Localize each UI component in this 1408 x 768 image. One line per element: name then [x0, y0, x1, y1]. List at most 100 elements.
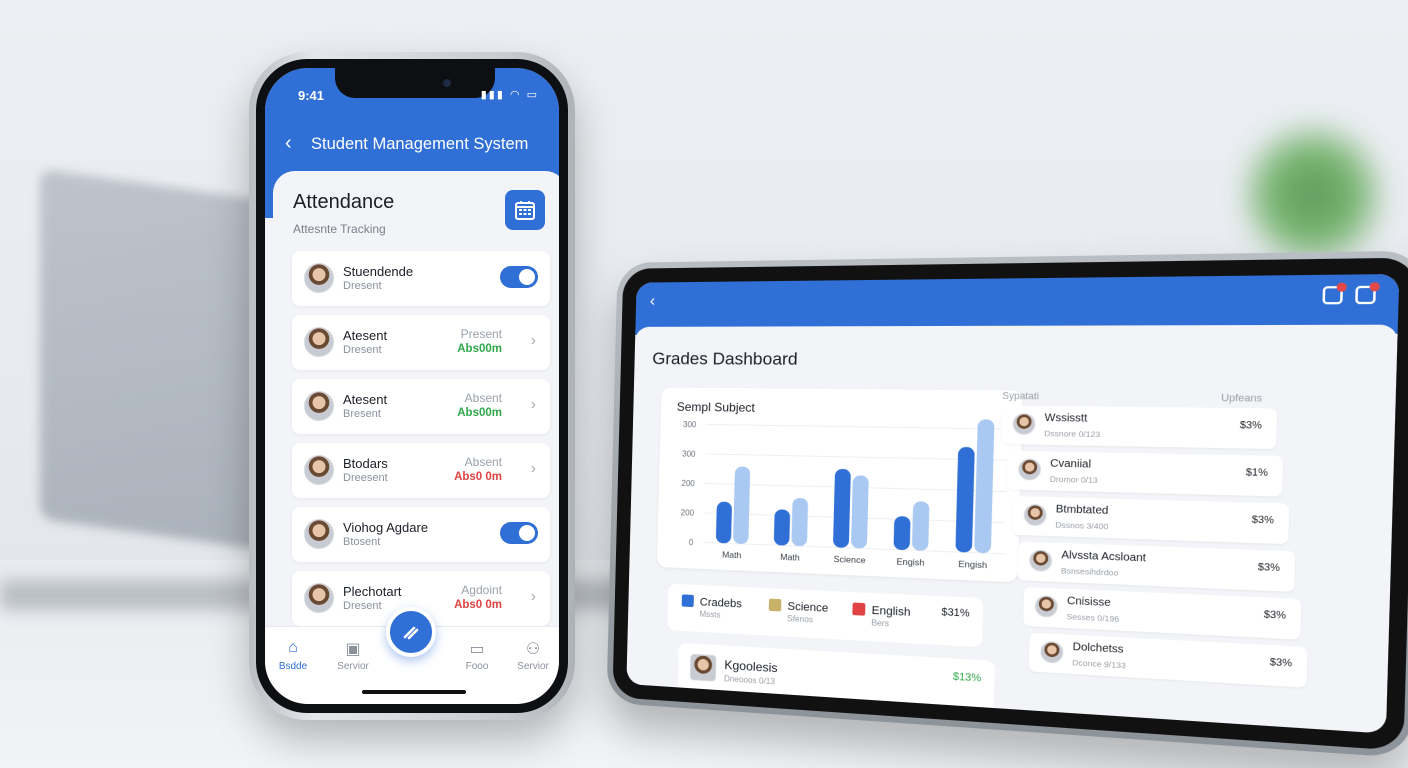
student-percent: $3%	[1264, 609, 1287, 621]
avatar	[1035, 595, 1058, 618]
avatar	[1012, 413, 1035, 435]
student-name: Btodars	[343, 456, 388, 471]
chart-bar	[974, 419, 994, 553]
student-row[interactable]: Atesent Dresent Present Abs00m ›	[292, 315, 550, 370]
student-percent: $13%	[953, 671, 982, 684]
tab-fooo[interactable]: ▭ Fooo	[449, 639, 505, 672]
x-tick-label: Math	[780, 551, 800, 562]
chart-bar	[912, 501, 930, 551]
student-row[interactable]: Btodars Dreesent Absent Abs0 0m ›	[292, 443, 550, 498]
grade-list-item[interactable]: Btmbtated Dssnos 3/400 $3%	[1012, 496, 1289, 544]
student-row[interactable]: Atesent Bresent Absent Abs00m ›	[292, 379, 550, 434]
student-status: Btosent	[343, 536, 380, 548]
chart-bar	[893, 516, 910, 550]
student-row[interactable]: Stuendende Dresent	[292, 251, 550, 306]
list-header-left: Sypatati	[1002, 390, 1039, 401]
avatar	[304, 327, 334, 357]
tab-home[interactable]: ⌂ Bsdde	[265, 639, 321, 672]
avatar	[1018, 458, 1041, 480]
attendance-panel: Attendance Attesnte Tracking Stuendende	[273, 171, 559, 651]
student-row[interactable]: Viohog Agdare Btosent	[292, 507, 550, 562]
grade-list-item[interactable]: Wssisstt Dssnore 0/123 $3%	[1001, 405, 1277, 449]
legend-swatch	[682, 594, 694, 607]
student-card[interactable]: Kgoolesis Dneooos 0/13 $13%	[677, 643, 995, 715]
grade-list-item[interactable]: Cvaniial Dromor 0/13 $1%	[1006, 451, 1283, 497]
student-name: Stuendende	[343, 264, 413, 279]
attendance-state-label: Agdoint	[461, 583, 502, 597]
student-name: Plechotart	[343, 584, 402, 599]
student-detail: Dssnore 0/123	[1044, 429, 1100, 440]
app-title: Student Management System	[311, 135, 528, 154]
student-status: Dresent	[343, 280, 382, 292]
chevron-right-icon[interactable]: ›	[531, 460, 536, 478]
avatar	[304, 583, 334, 613]
y-tick-label: 200	[681, 508, 695, 518]
attendance-state-value: Abs0 0m	[454, 471, 502, 483]
legend-item: English Bers	[852, 603, 911, 630]
avatar	[1029, 549, 1052, 572]
user-icon: ⚇	[505, 639, 559, 661]
x-tick-label: Engish	[958, 558, 987, 570]
student-name: Atesent	[343, 328, 387, 343]
student-name: Alvssta Acsloant	[1061, 549, 1146, 564]
chart-bar	[833, 469, 851, 548]
y-tick-label: 300	[683, 420, 697, 429]
student-name: Viohog Agdare	[343, 520, 428, 535]
bottom-tab-bar: ⌂ Bsdde ▣ Servior ▭ Fooo ⚇ Servior	[265, 626, 559, 704]
grades-panel: Grades Dashboard Sempl Subject 0 200 200 30…	[626, 325, 1398, 734]
student-name: Kgoolesis	[724, 658, 778, 676]
student-detail: Dssnos 3/400	[1055, 520, 1108, 532]
back-arrow-icon[interactable]: ‹	[285, 132, 292, 155]
calendar-button[interactable]	[505, 190, 545, 230]
legend-item: Science Sfenos	[768, 599, 828, 626]
chart-bar	[791, 498, 808, 547]
phone-notch	[335, 68, 495, 98]
student-name: Cnisisse	[1067, 595, 1111, 609]
back-arrow-icon[interactable]: ‹	[650, 293, 656, 311]
message-icon[interactable]	[1355, 286, 1376, 304]
tab-label: Servior	[517, 661, 549, 672]
background-laptop	[40, 169, 270, 551]
avatar	[304, 455, 334, 485]
legend-label: Cradebs	[700, 596, 742, 610]
tab-label: Bsdde	[279, 661, 307, 672]
chevron-right-icon[interactable]: ›	[531, 396, 536, 414]
student-detail: Dconce 9/133	[1072, 658, 1126, 671]
student-detail: Bsnsesihdrdoo	[1061, 566, 1119, 578]
attendance-toggle[interactable]	[500, 266, 538, 288]
chart-bar	[774, 509, 790, 545]
calendar-icon	[513, 198, 537, 222]
add-action-button[interactable]	[386, 607, 436, 657]
tab-servior-profile[interactable]: ⚇ Servior	[505, 639, 559, 672]
chart-bar	[851, 475, 869, 548]
attendance-state-label: Present	[461, 327, 502, 341]
legend-sub: Bers	[871, 618, 910, 629]
grade-list-item[interactable]: Alvssta Acsloant Bsnsesihdrdoo $3%	[1018, 541, 1296, 591]
page-title: Grades Dashboard	[652, 349, 798, 370]
student-detail: Dromor 0/13	[1050, 474, 1098, 485]
card-icon: ▭	[449, 639, 505, 661]
student-name: Cvaniial	[1050, 458, 1091, 471]
grade-list-item[interactable]: Dolchetss Dconce 9/133 $3%	[1029, 633, 1308, 688]
avatar	[304, 519, 334, 549]
student-detail: Dneooos 0/13	[724, 674, 775, 686]
student-percent: $3%	[1258, 561, 1280, 573]
notification-icon[interactable]	[1322, 286, 1343, 304]
legend-percent: $31%	[941, 607, 970, 620]
home-indicator	[362, 690, 466, 694]
attendance-state-value: Abs00m	[457, 343, 502, 355]
notification-badge	[1337, 283, 1347, 292]
chevron-right-icon[interactable]: ›	[531, 588, 536, 606]
y-tick-label: 200	[681, 479, 695, 489]
avatar	[304, 263, 334, 293]
tablet-screen: ‹ Grades Dashboard Sempl Subject 0 200 200…	[626, 274, 1399, 734]
student-detail: Sesses 0/196	[1066, 612, 1119, 624]
home-icon: ⌂	[265, 639, 321, 661]
tab-servior[interactable]: ▣ Servior	[325, 639, 381, 672]
grade-list-item[interactable]: Cnisisse Sesses 0/196 $3%	[1023, 587, 1301, 640]
student-name: Dolchetss	[1072, 641, 1123, 656]
attendance-toggle[interactable]	[500, 522, 538, 544]
phone-bezel: 9:41 ▮▮▮ ◠ ▭ ‹ Student Management System…	[256, 59, 568, 713]
avatar	[1040, 641, 1063, 664]
chevron-right-icon[interactable]: ›	[531, 332, 536, 350]
